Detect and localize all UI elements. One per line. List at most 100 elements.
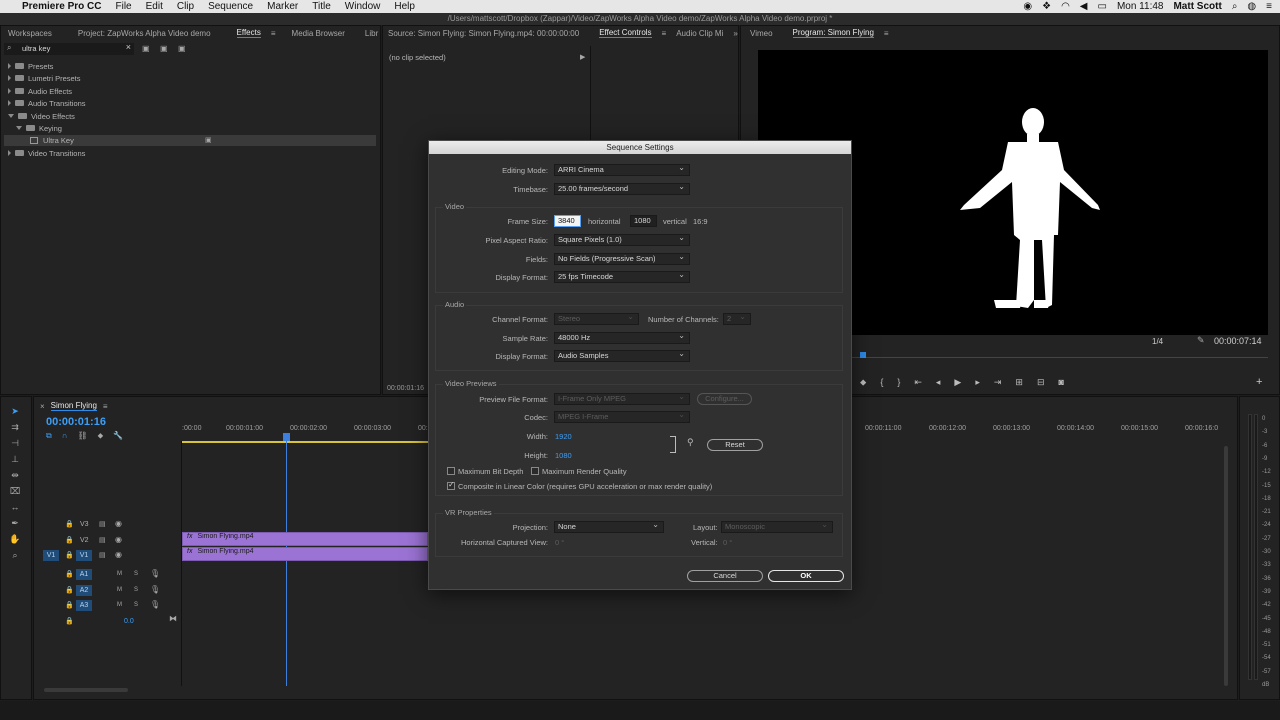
export-frame-icon[interactable]: ◙ (1059, 377, 1064, 387)
marker-icon[interactable]: ⬥ (860, 377, 866, 388)
play-arrow-icon[interactable]: ▶ (580, 53, 585, 61)
display-format-select[interactable]: 25 fps Timecode (554, 270, 690, 283)
snap-icon[interactable]: ∩ (62, 431, 68, 441)
linked-selection-icon[interactable]: ⛓ (77, 431, 87, 441)
expand-icon[interactable] (8, 75, 11, 81)
panel-menu-icon[interactable]: ≡ (271, 29, 276, 38)
slip-tool-icon[interactable]: ↔ (8, 501, 22, 513)
h-view-value[interactable]: 0 ° (555, 538, 564, 547)
rate-stretch-tool-icon[interactable]: ⇹ (8, 469, 22, 481)
extract-icon[interactable]: ⊟ (1037, 377, 1045, 388)
yuv-effects-icon[interactable]: ▣ (178, 44, 186, 53)
program-playhead[interactable] (860, 352, 866, 358)
tree-item-keying[interactable]: Keying (16, 122, 62, 134)
menu-clip[interactable]: Clip (177, 1, 194, 12)
expand-icon[interactable] (8, 63, 11, 69)
menu-window[interactable]: Window (345, 1, 381, 12)
track-a2-label[interactable]: A2 (76, 585, 92, 596)
configure-button[interactable]: Configure... (697, 393, 752, 405)
notification-center-icon[interactable]: ≡ (1266, 1, 1272, 12)
close-tab-icon[interactable]: × (40, 402, 45, 411)
solo-button[interactable]: S (134, 602, 138, 608)
timeline-playhead-handle[interactable] (283, 433, 290, 441)
tree-item-audio-effects[interactable]: Audio Effects (8, 85, 72, 97)
more-tabs-icon[interactable]: » (733, 29, 737, 38)
clip-v2[interactable]: fx Simon Flying.mp4 (182, 532, 428, 546)
tree-item-video-transitions[interactable]: Video Transitions (8, 147, 85, 159)
lock-icon[interactable]: 🔒 (65, 536, 74, 544)
tree-item-lumetri-presets[interactable]: Lumetri Presets (8, 72, 81, 84)
menu-file[interactable]: File (115, 1, 131, 12)
tree-item-audio-transitions[interactable]: Audio Transitions (8, 97, 86, 109)
expand-icon[interactable] (8, 150, 11, 156)
tree-item-video-effects[interactable]: Video Effects (8, 110, 75, 122)
user-name[interactable]: Matt Scott (1173, 1, 1221, 12)
collapse-icon[interactable] (16, 126, 22, 130)
layout-select[interactable]: Monoscopic (721, 520, 833, 533)
eye-icon[interactable]: ◉ (115, 550, 122, 559)
clear-search-icon[interactable]: × (126, 42, 131, 52)
add-button-icon[interactable]: + (1256, 376, 1262, 388)
panel-menu-icon[interactable]: ≡ (884, 29, 889, 38)
preview-format-select[interactable]: I-Frame Only MPEG (554, 392, 690, 405)
track-a3-label[interactable]: A3 (76, 600, 92, 611)
track-v3-label[interactable]: V3 (80, 521, 89, 528)
collapse-icon[interactable] (8, 114, 14, 118)
source-patch-v1[interactable]: V1 (43, 550, 59, 561)
projection-select[interactable]: None (554, 520, 664, 533)
tree-item-ultra-key[interactable]: Ultra Key (30, 134, 74, 146)
tree-item-presets[interactable]: Presets (8, 60, 53, 72)
clock[interactable]: Mon 11:48 (1117, 1, 1164, 12)
dropbox-icon[interactable]: ❖ (1042, 1, 1051, 12)
reset-button[interactable]: Reset (707, 439, 763, 451)
solo-button[interactable]: S (134, 587, 138, 593)
add-marker-icon[interactable]: ⬥ (98, 431, 104, 441)
sample-rate-select[interactable]: 48000 Hz (554, 331, 690, 344)
battery-icon[interactable]: ▭ (1098, 1, 1107, 12)
timeline-settings-icon[interactable]: 🔧 (113, 431, 123, 441)
step-back-icon[interactable]: ◂ (936, 377, 941, 388)
audio-display-format-select[interactable]: Audio Samples (554, 349, 690, 362)
sync-lock-icon[interactable]: ▤ (99, 536, 106, 544)
mute-button[interactable]: M (117, 587, 122, 593)
selection-tool-icon[interactable]: ➤ (8, 405, 22, 417)
mic-icon[interactable]: 🎙 (150, 585, 160, 594)
rolling-edit-tool-icon[interactable]: ⊥ (8, 453, 22, 465)
solo-button[interactable]: S (134, 571, 138, 577)
mark-in-icon[interactable]: { (880, 377, 883, 387)
accelerated-effects-icon[interactable]: ▣ (142, 44, 150, 53)
hand-tool-icon[interactable]: ✋ (8, 533, 22, 545)
pixel-aspect-select[interactable]: Square Pixels (1.0) (554, 233, 690, 246)
mic-icon[interactable]: 🎙 (150, 569, 160, 578)
preview-width-value[interactable]: 1920 (555, 432, 572, 441)
mute-button[interactable]: M (117, 602, 122, 608)
program-timecode[interactable]: 00:00:07:14 (1214, 336, 1262, 346)
ec-timecode[interactable]: 00:00:01:16 (387, 385, 424, 392)
tab-media-browser[interactable]: Media Browser (292, 29, 345, 38)
timeline-playhead-line[interactable] (286, 441, 287, 686)
go-to-in-icon[interactable]: ⇤ (914, 377, 922, 388)
vertical-view-value[interactable]: 0 ° (723, 538, 732, 547)
tab-vimeo[interactable]: Vimeo (750, 29, 773, 38)
lock-icon[interactable]: 🔒 (65, 520, 74, 528)
menu-marker[interactable]: Marker (267, 1, 298, 12)
track-select-tool-icon[interactable]: ⇉ (8, 421, 22, 433)
track-v2-label[interactable]: V2 (80, 537, 89, 544)
work-area-bar[interactable] (182, 441, 428, 443)
pen-tool-icon[interactable]: ✒ (8, 517, 22, 529)
lock-icon[interactable]: 🔒 (65, 551, 74, 559)
go-to-out-icon[interactable]: ⇥ (994, 377, 1002, 388)
mark-out-icon[interactable]: } (897, 377, 900, 387)
playback-zoom-select[interactable]: 1/4 (1152, 337, 1163, 346)
eye-icon[interactable]: ◉ (115, 519, 122, 528)
clip-v1[interactable]: fx Simon Flying.mp4 (182, 547, 428, 561)
timebase-select[interactable]: 25.00 frames/second (554, 182, 690, 195)
track-a1-label[interactable]: A1 (76, 569, 92, 580)
expand-icon[interactable] (8, 100, 11, 106)
mute-button[interactable]: M (117, 571, 122, 577)
32bit-effects-icon[interactable]: ▣ (160, 44, 168, 53)
tab-project[interactable]: Project: ZapWorks Alpha Video demo (78, 29, 211, 38)
tab-workspaces[interactable]: Workspaces (8, 29, 52, 38)
tab-source[interactable]: Source: Simon Flying: Simon Flying.mp4: … (388, 29, 579, 38)
wrench-icon[interactable]: ✎ (1197, 335, 1205, 346)
